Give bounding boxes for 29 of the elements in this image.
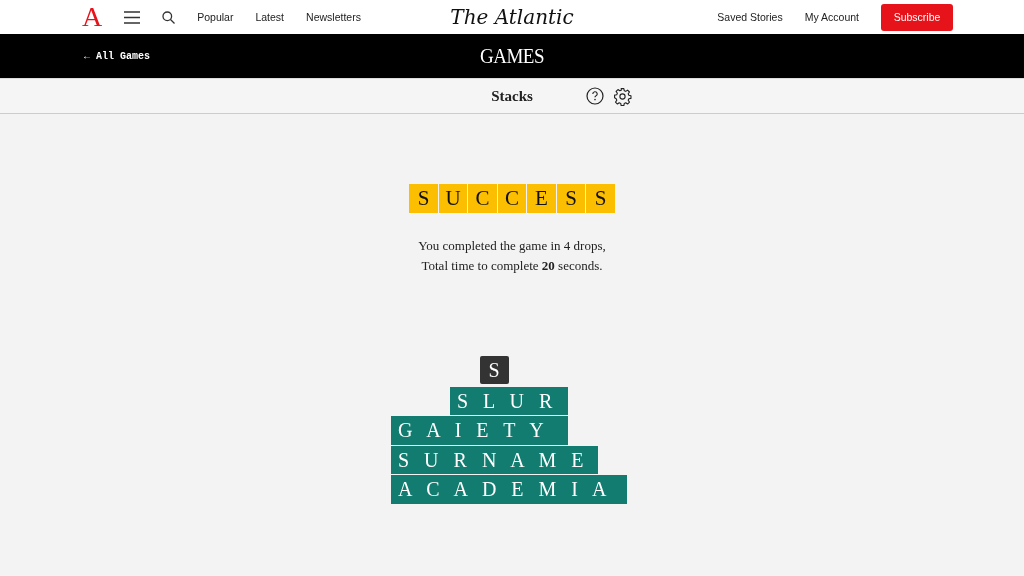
menu-icon[interactable]: [124, 10, 141, 24]
letter-tile: S: [556, 184, 586, 213]
help-icon[interactable]: [586, 87, 604, 105]
nav-link[interactable]: Popular: [197, 11, 234, 23]
nav-link[interactable]: Latest: [255, 11, 285, 23]
letter-tile: S: [409, 184, 438, 213]
letter-tile: S: [586, 184, 615, 213]
result-message: You completed the game in 4 drops,: [418, 237, 606, 255]
letter-tile: E: [527, 184, 556, 213]
letter-tile: C: [468, 184, 497, 213]
nav-link[interactable]: Newsletters: [306, 11, 361, 23]
game-title: Stacks: [491, 87, 533, 105]
settings-icon[interactable]: [613, 86, 632, 106]
games-title: GAMES: [480, 43, 544, 69]
search-icon[interactable]: [162, 10, 176, 24]
logo[interactable]: A: [82, 3, 103, 31]
brand-logo[interactable]: The Atlantic: [450, 5, 574, 29]
nav-link[interactable]: Saved Stories: [717, 11, 783, 23]
falling-tile[interactable]: S: [479, 356, 509, 384]
stacked-word: S L U R: [450, 386, 568, 415]
back-link[interactable]: ← All Games: [84, 50, 150, 62]
subscribe-button[interactable]: Subscribe: [881, 3, 953, 31]
nav-link[interactable]: My Account: [804, 11, 859, 23]
letter-tile: C: [497, 184, 527, 213]
letter-tile: U: [438, 184, 468, 213]
stacked-word: S U R N A M E: [391, 445, 598, 474]
stacked-word: A C A D E M I A: [391, 475, 627, 504]
result-time: Total time to complete 20 seconds.: [421, 257, 603, 275]
stacked-word: G A I E T Y: [391, 416, 568, 445]
